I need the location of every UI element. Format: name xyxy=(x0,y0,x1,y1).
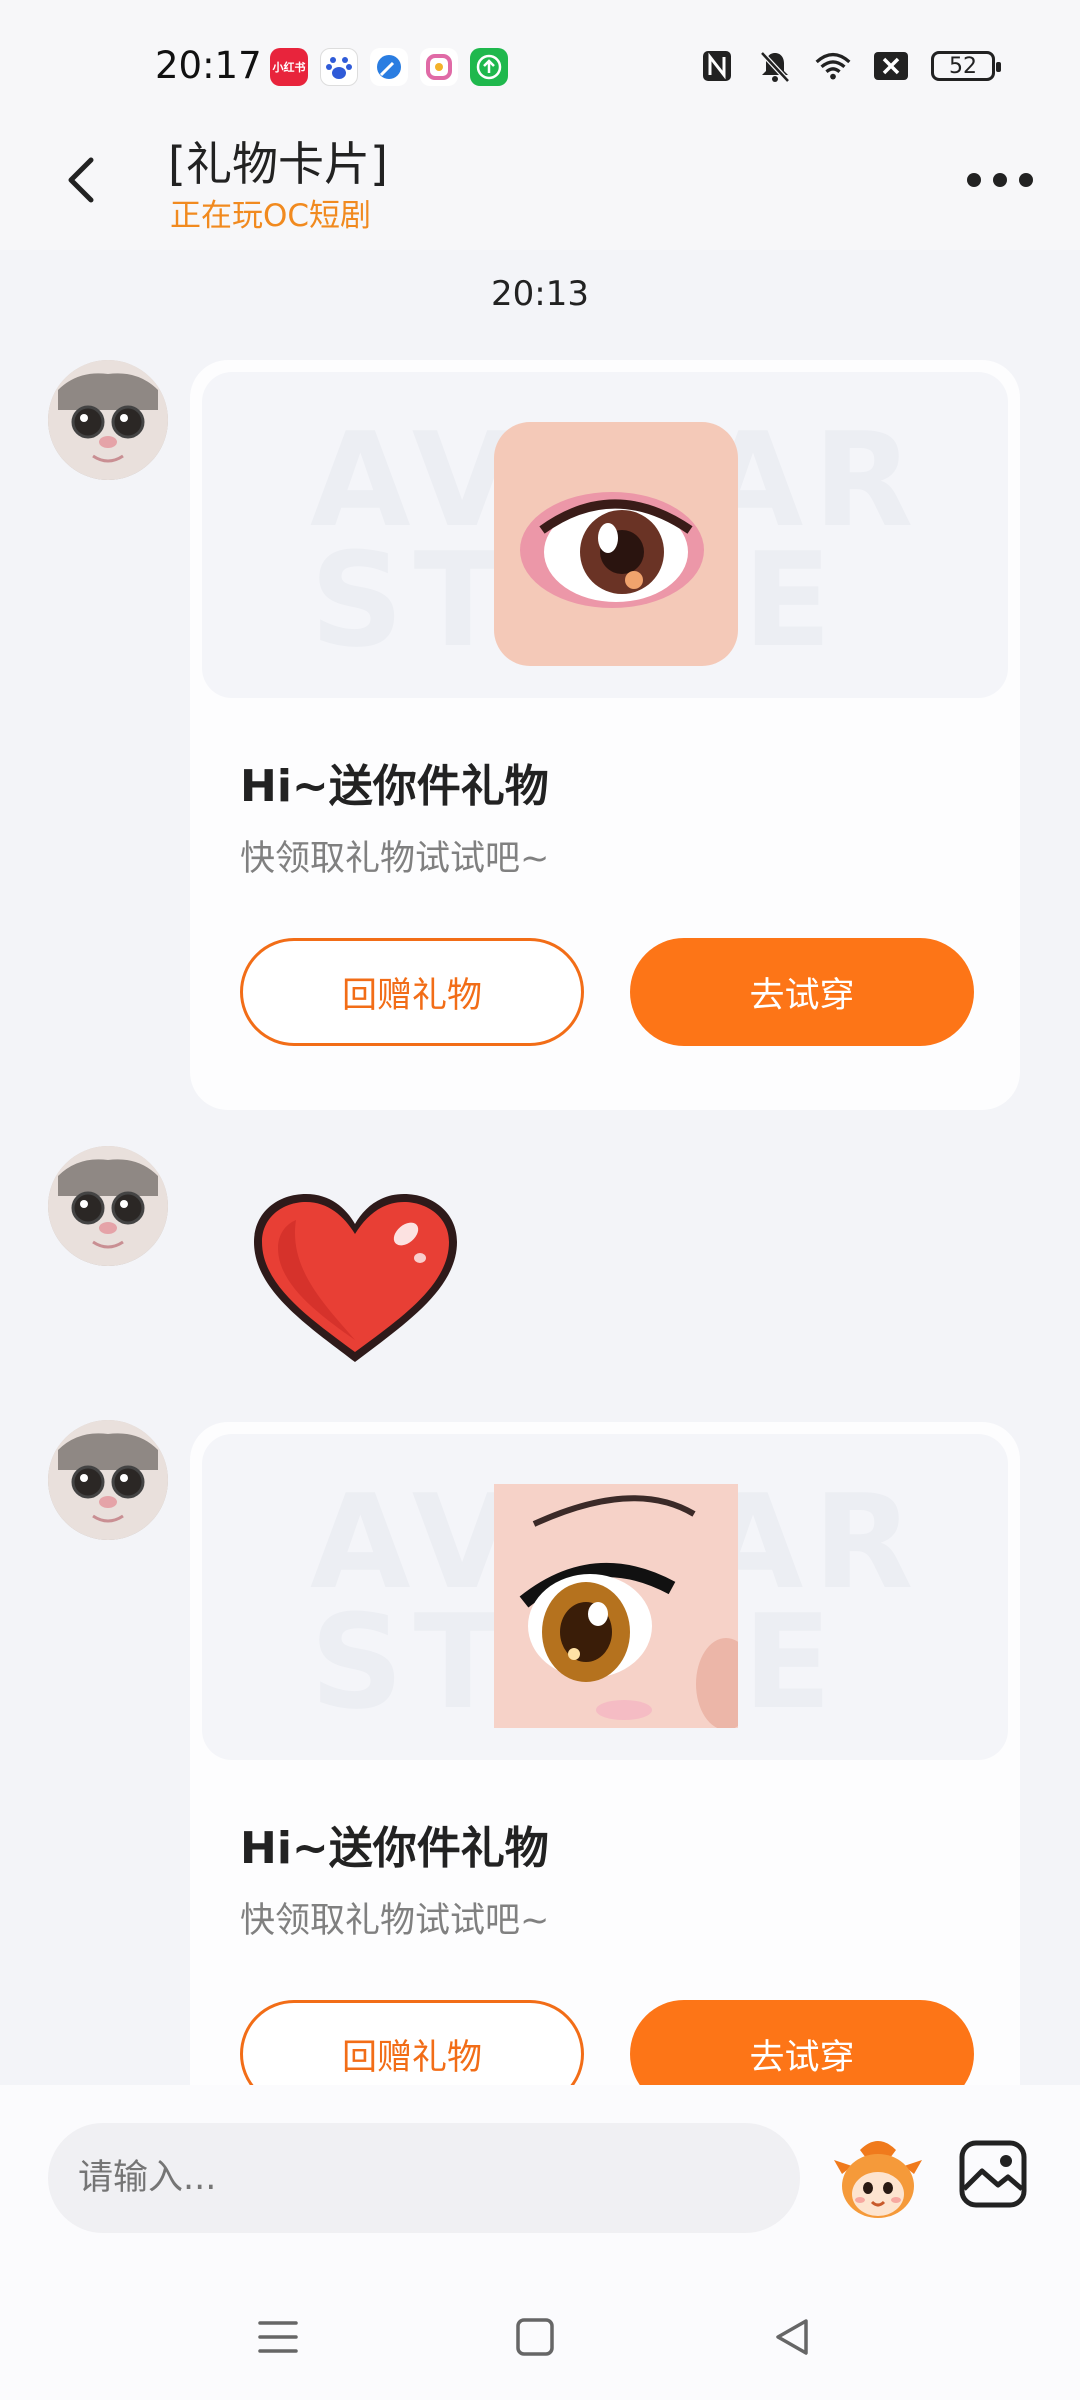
status-indicators: 52 xyxy=(699,48,1001,84)
sticker-button[interactable] xyxy=(830,2130,926,2226)
gift-thumbnail xyxy=(494,422,738,666)
xiaohongshu-icon: 小红书 xyxy=(270,48,308,86)
anime-eye-icon xyxy=(494,1484,738,1728)
gift-card[interactable]: AVATAR STORE Hi~送你件礼物 快领取礼物试试吧~ 回赠礼物 去试穿 xyxy=(190,360,1020,1110)
cat-avatar-icon xyxy=(48,1146,168,1266)
cat-avatar-icon xyxy=(48,1420,168,1540)
message-input-bar xyxy=(0,2085,1080,2285)
chat-subtitle: 正在玩OC短剧 xyxy=(170,198,372,234)
avatar[interactable] xyxy=(48,1420,168,1540)
home-square-icon xyxy=(516,2318,554,2356)
eye-makeup-icon xyxy=(494,422,738,666)
browser-icon xyxy=(370,48,408,86)
status-app-icons: 小红书 xyxy=(270,48,508,86)
chat-message-list[interactable]: 20:13 AVATAR STORE xyxy=(0,250,1080,2085)
home-nav-button[interactable] xyxy=(505,2307,565,2367)
menu-nav-button[interactable] xyxy=(248,2307,308,2367)
gift-card-description: 快领取礼物试试吧~ xyxy=(240,1901,550,1941)
mascot-sticker-icon xyxy=(834,2141,922,2218)
chat-title: [礼物卡片] xyxy=(168,137,388,191)
no-sim-icon xyxy=(873,48,909,84)
mute-icon xyxy=(757,48,793,84)
battery-indicator: 52 xyxy=(931,51,1001,81)
avatar[interactable] xyxy=(48,360,168,480)
more-dots-icon xyxy=(967,173,1033,187)
more-options-button[interactable] xyxy=(960,160,1040,200)
time-divider: 20:13 xyxy=(491,274,589,314)
return-gift-button[interactable]: 回赠礼物 xyxy=(240,938,584,1046)
gift-card-title: Hi~送你件礼物 xyxy=(240,761,549,812)
menu-icon xyxy=(258,2321,298,2353)
update-icon xyxy=(470,48,508,86)
gift-card-description: 快领取礼物试试吧~ xyxy=(240,839,550,879)
system-nav-bar xyxy=(0,2285,1080,2400)
cat-avatar-icon xyxy=(48,360,168,480)
chevron-left-icon xyxy=(68,157,94,203)
wifi-icon xyxy=(815,48,851,84)
image-picker-button[interactable] xyxy=(958,2139,1028,2209)
gift-card[interactable]: AVATAR STORE Hi~送你件礼物 快领取礼物试试吧~ 回赠礼物 xyxy=(190,1422,1020,2085)
back-nav-button[interactable] xyxy=(762,2307,822,2367)
heart-icon xyxy=(254,1194,457,1362)
kuan-icon xyxy=(420,48,458,86)
status-bar: 20:17 小红书 52 xyxy=(0,0,1080,110)
status-time: 20:17 xyxy=(155,44,262,87)
back-button[interactable] xyxy=(55,150,115,210)
baidu-icon xyxy=(320,48,358,86)
avatar[interactable] xyxy=(48,1146,168,1266)
back-triangle-icon xyxy=(776,2319,808,2355)
gift-image-area: AVATAR STORE xyxy=(202,1434,1008,1760)
return-gift-button[interactable]: 回赠礼物 xyxy=(240,2000,584,2085)
nfc-icon xyxy=(699,48,735,84)
chat-header: [礼物卡片] 正在玩OC短剧 xyxy=(0,110,1080,250)
image-icon xyxy=(959,2140,1027,2208)
gift-thumbnail xyxy=(494,1484,738,1728)
gift-image-area: AVATAR STORE xyxy=(202,372,1008,698)
try-on-button[interactable]: 去试穿 xyxy=(630,938,974,1046)
try-on-button[interactable]: 去试穿 xyxy=(630,2000,974,2085)
gift-card-title: Hi~送你件礼物 xyxy=(240,1823,549,1874)
message-input[interactable] xyxy=(48,2123,800,2233)
heart-sticker[interactable] xyxy=(248,1190,463,1370)
